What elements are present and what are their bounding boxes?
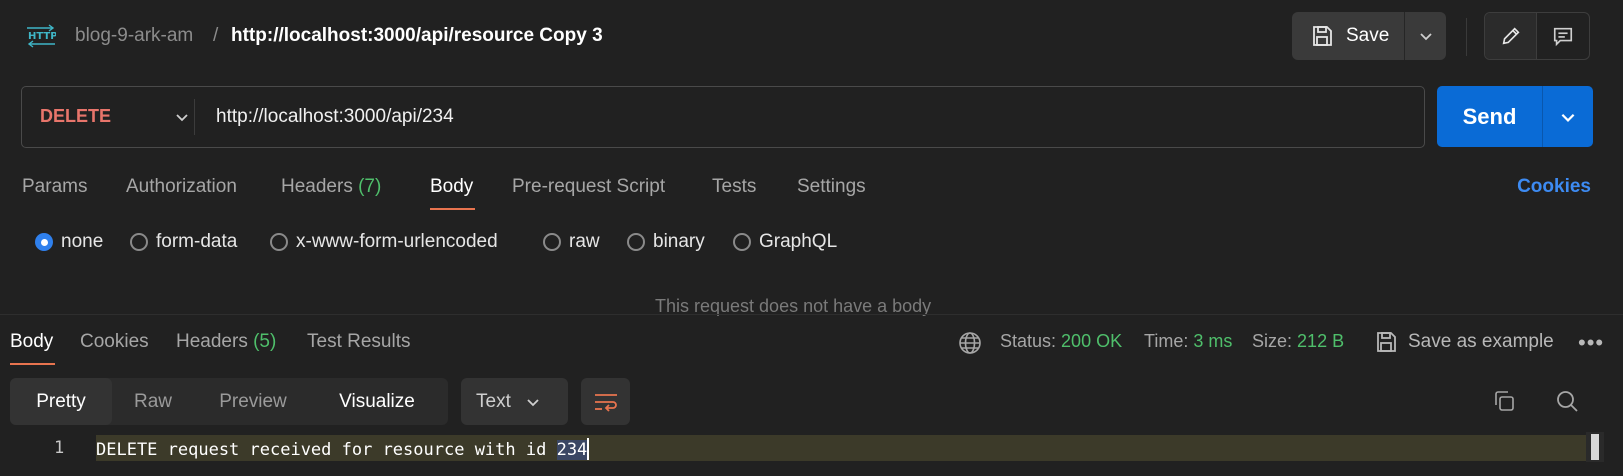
request-header: HTTP blog-9-ark-am / http://localhost:30… [0,0,1623,74]
view-pretty[interactable]: Pretty [10,378,112,425]
save-icon [1377,332,1396,352]
radio-binary[interactable]: binary [627,231,705,253]
url-input[interactable]: http://localhost:3000/api/234 [216,106,454,128]
chevron-down-icon [1419,33,1432,41]
header-icon-group [1484,12,1590,60]
method-select[interactable]: DELETE [40,106,111,127]
size-readout[interactable]: Size: 212 B [1252,331,1344,352]
time-value: 3 ms [1193,331,1233,351]
time-readout[interactable]: Time: 3 ms [1144,331,1232,352]
send-button[interactable]: Send [1437,86,1543,147]
response-tab-cookies[interactable]: Cookies [80,331,149,353]
format-select[interactable]: Text [461,378,568,425]
view-visualize[interactable]: Visualize [312,378,442,425]
size-value: 212 B [1297,331,1345,351]
request-tabs: Params Authorization Headers (7) Body Pr… [0,172,1623,212]
copy-icon[interactable] [1492,389,1516,413]
radio-unchecked-icon [270,233,288,251]
response-tab-headers[interactable]: Headers (5) [176,331,276,353]
response-headers-count: (5) [253,331,277,352]
save-options-button[interactable] [1405,12,1446,60]
radio-unchecked-icon [543,233,561,251]
headers-count: (7) [358,176,382,197]
request-title[interactable]: http://localhost:3000/api/resource Copy … [231,25,603,47]
chevron-down-icon [527,398,539,406]
chevron-down-icon [1561,113,1575,122]
cookies-link[interactable]: Cookies [1517,176,1591,198]
selected-text: 234 [556,440,588,460]
active-tab-indicator [430,208,475,210]
view-mode-group: Pretty Raw Preview Visualize [10,378,448,425]
scrollbar-thumb[interactable] [1586,432,1604,462]
tab-pre-request-script[interactable]: Pre-request Script [512,176,665,198]
response-tabs: Body Cookies Headers (5) Test Results St… [0,323,1623,367]
send-options-button[interactable] [1543,86,1593,147]
comment-icon [1553,27,1573,47]
response-tab-body[interactable]: Body [10,331,53,353]
chevron-down-icon[interactable] [172,107,192,127]
radio-unchecked-icon [733,233,751,251]
response-tab-test-results[interactable]: Test Results [307,331,410,353]
globe-icon[interactable] [958,331,982,355]
url-divider [194,99,195,135]
view-preview[interactable]: Preview [194,378,312,425]
search-icon[interactable] [1555,389,1579,413]
tab-tests[interactable]: Tests [712,176,756,198]
pencil-icon [1502,27,1520,45]
status-value: 200 OK [1061,331,1123,351]
view-raw[interactable]: Raw [112,378,194,425]
send-button-group: Send [1437,86,1593,147]
radio-unchecked-icon [627,233,645,251]
comments-button[interactable] [1537,13,1589,59]
tab-authorization[interactable]: Authorization [126,176,237,198]
response-body-text[interactable]: DELETE request received for resource wit… [96,438,590,460]
tab-headers[interactable]: Headers (7) [281,176,381,198]
response-divider[interactable] [0,314,1623,315]
code-line[interactable]: DELETE request received for resource wit… [96,435,1586,461]
radio-unchecked-icon [130,233,148,251]
save-button-group: Save [1292,12,1446,60]
text-cursor [587,438,590,460]
tab-params[interactable]: Params [22,176,87,198]
tab-settings[interactable]: Settings [797,176,866,198]
radio-checked-icon [35,233,53,251]
save-icon [1313,26,1332,46]
line-number: 1 [54,438,65,458]
save-button[interactable]: Save [1292,12,1405,60]
radio-x-www-form-urlencoded[interactable]: x-www-form-urlencoded [270,231,498,253]
wrap-lines-button[interactable] [581,378,630,425]
save-as-example-button[interactable]: Save as example [1374,330,1554,354]
radio-graphql[interactable]: GraphQL [733,231,837,253]
tab-body[interactable]: Body [430,176,473,198]
edit-button[interactable] [1485,13,1538,59]
svg-text:HTTP: HTTP [28,31,56,42]
status-readout[interactable]: Status: 200 OK [1000,331,1122,352]
save-label: Save [1346,25,1390,46]
breadcrumb-collection[interactable]: blog-9-ark-am [75,25,193,47]
active-tab-indicator [10,363,55,365]
more-options-icon[interactable]: ••• [1578,330,1604,356]
header-divider [1466,18,1467,56]
radio-none[interactable]: none [35,231,103,253]
body-type-options: none form-data x-www-form-urlencoded raw… [0,228,1623,258]
url-bar: DELETE http://localhost:3000/api/234 [21,86,1425,148]
radio-form-data[interactable]: form-data [130,231,237,253]
radio-raw[interactable]: raw [543,231,600,253]
breadcrumb-separator: / [213,25,219,46]
wrap-lines-icon [594,393,617,412]
http-icon: HTTP [27,24,56,48]
